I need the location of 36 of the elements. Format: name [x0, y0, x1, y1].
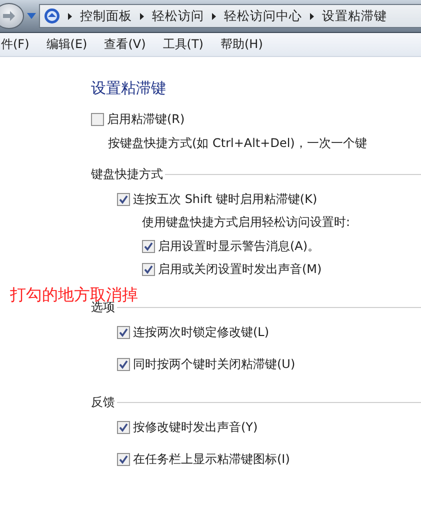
checkbox[interactable] [91, 112, 104, 126]
arrow-icon [2, 10, 16, 22]
breadcrumb-arrow-icon[interactable] [140, 12, 144, 20]
checkbox[interactable] [117, 326, 130, 338]
checkbox-label: 连按五次 Shift 键时启用粘滞键(K) [133, 190, 318, 208]
menu-item[interactable]: 帮助(H) [220, 36, 263, 53]
instruction-text: 使用键盘快捷方式启用轻松访问设置时: [142, 214, 352, 231]
breadcrumb[interactable]: 轻松访问中心 [224, 8, 302, 24]
checkbox-label: 同时按两个键时关闭粘滞键(U) [133, 356, 296, 372]
checkbox[interactable] [142, 262, 155, 276]
forward-button[interactable] [0, 3, 24, 29]
checkbox-label: 启用粘滞键(R) [107, 110, 185, 128]
checkbox-label: 启用设置时显示警告消息(A)。 [158, 238, 320, 254]
section-heading: 反馈 [91, 394, 115, 411]
checkbox[interactable] [117, 420, 130, 434]
menu-item[interactable]: 工具(T) [162, 36, 204, 53]
checkbox-label: 启用或关闭设置时发出声音(M) [158, 260, 322, 278]
checkbox[interactable] [117, 452, 130, 466]
menu-item[interactable]: 件(F) [1, 36, 30, 53]
page-title: 设置粘滞键 [91, 79, 167, 98]
breadcrumb-arrow-icon[interactable] [212, 12, 216, 20]
checkbox-label: 连按两次时锁定修改键(L) [133, 324, 270, 340]
menu-item[interactable]: 查看(V) [104, 36, 146, 53]
checkbox-label: 按修改键时发出声音(Y) [133, 418, 258, 436]
description-text: 按键盘快捷方式(如 Ctrl+Alt+Del)，一次一个键 [108, 135, 368, 152]
checkbox[interactable] [142, 240, 155, 252]
checkbox-label: 在任务栏上显示粘滞键图标(I) [133, 450, 290, 468]
section-heading: 键盘快捷方式 [91, 166, 163, 183]
breadcrumb-arrow-icon[interactable] [310, 12, 314, 20]
checkbox[interactable] [117, 358, 130, 370]
breadcrumb[interactable]: 设置粘滞键 [322, 8, 387, 24]
menu-item[interactable]: 编辑(E) [46, 36, 88, 53]
breadcrumb[interactable]: 轻松访问 [152, 8, 204, 24]
checkbox[interactable] [117, 192, 130, 206]
breadcrumb[interactable]: 控制面板 [80, 8, 132, 24]
breadcrumb-arrow-icon[interactable] [68, 12, 72, 20]
